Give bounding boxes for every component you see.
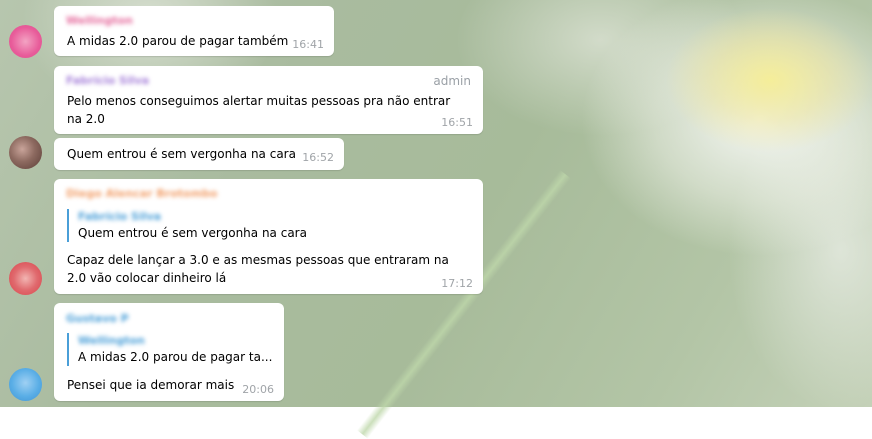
sender-name[interactable]: Diego Alencar Brotombo	[66, 187, 217, 200]
message-time: 16:52	[302, 151, 334, 164]
sender-name[interactable]: Gustavo P	[66, 312, 129, 325]
message-bubble[interactable]: Fabrício Silva admin Pelo menos consegui…	[54, 66, 483, 134]
reply-sender-name: Fabrício Silva	[78, 210, 162, 223]
message-time: 16:41	[292, 38, 324, 51]
message-text: A midas 2.0 parou de pagar também	[67, 34, 289, 48]
sender-name[interactable]: Wellington	[66, 14, 133, 27]
reply-text: Quem entrou é sem vergonha na cara	[78, 226, 307, 240]
reply-quote[interactable]: Wellington A midas 2.0 parou de pagar ta…	[67, 333, 272, 366]
message-time: 16:51	[441, 116, 473, 129]
message-bubble[interactable]: Gustavo P Wellington A midas 2.0 parou d…	[54, 303, 284, 401]
avatar[interactable]	[9, 136, 42, 169]
reply-quote[interactable]: Fabrício Silva Quem entrou é sem vergonh…	[67, 209, 307, 242]
message-text: Quem entrou é sem vergonha na cara	[67, 147, 296, 161]
message-time: 20:06	[242, 383, 274, 396]
reply-text: A midas 2.0 parou de pagar ta...	[78, 350, 273, 364]
message-text: Capaz dele lançar a 3.0 e as mesmas pess…	[67, 253, 449, 285]
avatar[interactable]	[9, 262, 42, 295]
admin-badge: admin	[433, 74, 471, 88]
sender-name[interactable]: Fabrício Silva	[66, 74, 149, 87]
message-text: Pensei que ia demorar mais	[67, 378, 235, 392]
message-bubble[interactable]: Diego Alencar Brotombo Fabrício Silva Qu…	[54, 179, 483, 294]
avatar[interactable]	[9, 368, 42, 401]
message-time: 17:12	[441, 277, 473, 290]
message-text: Pelo menos conseguimos alertar muitas pe…	[67, 94, 451, 126]
reply-sender-name: Wellington	[78, 334, 145, 347]
avatar[interactable]	[9, 25, 42, 58]
message-bubble[interactable]: Wellington A midas 2.0 parou de pagar ta…	[54, 6, 334, 56]
message-bubble[interactable]: Quem entrou é sem vergonha na cara 16:52	[54, 138, 344, 170]
